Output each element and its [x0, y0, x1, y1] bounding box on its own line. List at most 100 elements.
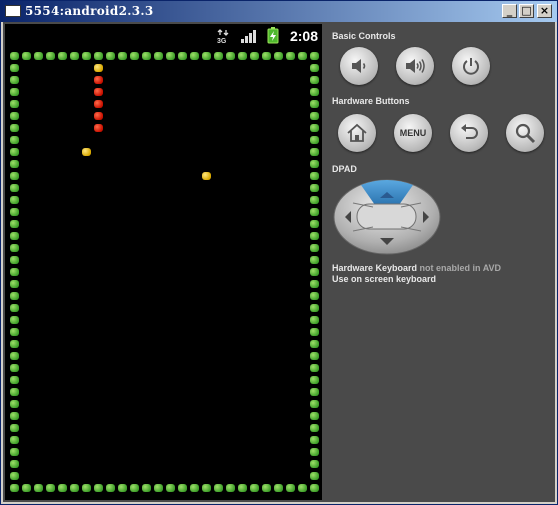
- wall-tile: [310, 148, 319, 156]
- wall-tile: [70, 52, 79, 60]
- minimize-button[interactable]: _: [502, 4, 517, 18]
- wall-tile: [34, 484, 43, 492]
- wall-tile: [274, 484, 283, 492]
- data-network-icon: 3G: [217, 29, 229, 44]
- wall-tile: [10, 412, 19, 420]
- wall-tile: [10, 208, 19, 216]
- wall-tile: [106, 52, 115, 60]
- window-icon[interactable]: [5, 5, 21, 17]
- wall-tile: [250, 52, 259, 60]
- device-screen[interactable]: 3G 2:08: [5, 24, 322, 500]
- wall-tile: [70, 484, 79, 492]
- wall-tile: [10, 436, 19, 444]
- snake-segment: [94, 100, 103, 108]
- wall-tile: [10, 400, 19, 408]
- wall-tile: [10, 448, 19, 456]
- maximize-button[interactable]: □: [519, 4, 534, 18]
- home-button[interactable]: [338, 114, 376, 152]
- wall-tile: [154, 484, 163, 492]
- wall-tile: [94, 52, 103, 60]
- wall-tile: [10, 364, 19, 372]
- wall-tile: [310, 388, 319, 396]
- wall-tile: [262, 52, 271, 60]
- wall-tile: [10, 388, 19, 396]
- wall-tile: [10, 376, 19, 384]
- wall-tile: [10, 460, 19, 468]
- signal-icon: [241, 30, 256, 43]
- dpad-center-button[interactable]: [356, 203, 417, 230]
- wall-tile: [10, 100, 19, 108]
- basic-controls-label: Basic Controls: [332, 31, 396, 41]
- wall-tile: [10, 172, 19, 180]
- wall-tile: [214, 484, 223, 492]
- wall-tile: [82, 484, 91, 492]
- wall-tile: [46, 52, 55, 60]
- battery-charging-icon: [267, 27, 279, 44]
- window-title: 5554:android2.3.3: [25, 4, 154, 18]
- wall-tile: [310, 376, 319, 384]
- wall-tile: [178, 484, 187, 492]
- wall-tile: [238, 52, 247, 60]
- wall-tile: [10, 484, 19, 492]
- wall-tile: [310, 364, 319, 372]
- snake-head: [94, 64, 103, 72]
- wall-tile: [10, 52, 19, 60]
- wall-tile: [10, 268, 19, 276]
- wall-tile: [310, 412, 319, 420]
- snake-segment: [94, 124, 103, 132]
- keyboard-hint: Hardware Keyboard not enabled in AVD: [332, 263, 501, 273]
- wall-tile: [10, 472, 19, 480]
- volume-up-button[interactable]: [396, 47, 434, 85]
- menu-button-label: MENU: [399, 128, 427, 138]
- wall-tile: [310, 124, 319, 132]
- volume-down-button[interactable]: [340, 47, 378, 85]
- wall-tile: [142, 52, 151, 60]
- status-clock: 2:08: [289, 28, 318, 44]
- network-type-label: 3G: [217, 38, 227, 44]
- wall-tile: [310, 112, 319, 120]
- wall-tile: [310, 220, 319, 228]
- wall-tile: [310, 244, 319, 252]
- wall-tile: [10, 244, 19, 252]
- volume-down-icon: [352, 59, 366, 73]
- hardware-buttons-label: Hardware Buttons: [332, 96, 410, 106]
- wall-tile: [10, 88, 19, 96]
- menu-button[interactable]: MENU: [394, 114, 432, 152]
- wall-tile: [226, 52, 235, 60]
- wall-tile: [10, 316, 19, 324]
- wall-tile: [286, 484, 295, 492]
- wall-tile: [22, 484, 31, 492]
- wall-tile: [10, 328, 19, 336]
- wall-tile: [298, 52, 307, 60]
- wall-tile: [310, 304, 319, 312]
- search-icon: [515, 123, 536, 144]
- wall-tile: [310, 328, 319, 336]
- wall-tile: [310, 88, 319, 96]
- dpad-control[interactable]: [333, 179, 441, 255]
- title-bar[interactable]: 5554:android2.3.3 _ □ ×: [1, 1, 557, 22]
- wall-tile: [310, 292, 319, 300]
- wall-tile: [10, 232, 19, 240]
- wall-tile: [310, 460, 319, 468]
- back-button[interactable]: [450, 114, 488, 152]
- snake-game-board[interactable]: [5, 48, 322, 500]
- wall-tile: [202, 52, 211, 60]
- wall-tile: [154, 52, 163, 60]
- wall-tile: [118, 484, 127, 492]
- wall-tile: [10, 196, 19, 204]
- wall-tile: [10, 136, 19, 144]
- snake-segment: [94, 76, 103, 84]
- emulator-window: 5554:android2.3.3 _ □ × 3G 2:08 Basic Co…: [0, 0, 558, 505]
- power-button[interactable]: [452, 47, 490, 85]
- search-button[interactable]: [506, 114, 544, 152]
- emulator-control-panel: Basic Controls Hardware Buttons MENU DPA…: [322, 22, 555, 502]
- wall-tile: [10, 424, 19, 432]
- wall-tile: [226, 484, 235, 492]
- wall-tile: [298, 484, 307, 492]
- emulator-client: 3G 2:08 Basic Controls Hardware Buttons …: [3, 22, 555, 502]
- wall-tile: [310, 184, 319, 192]
- wall-tile: [310, 160, 319, 168]
- close-button[interactable]: ×: [537, 4, 552, 18]
- wall-tile: [130, 484, 139, 492]
- keyboard-hint-line2: Use on screen keyboard: [332, 274, 437, 284]
